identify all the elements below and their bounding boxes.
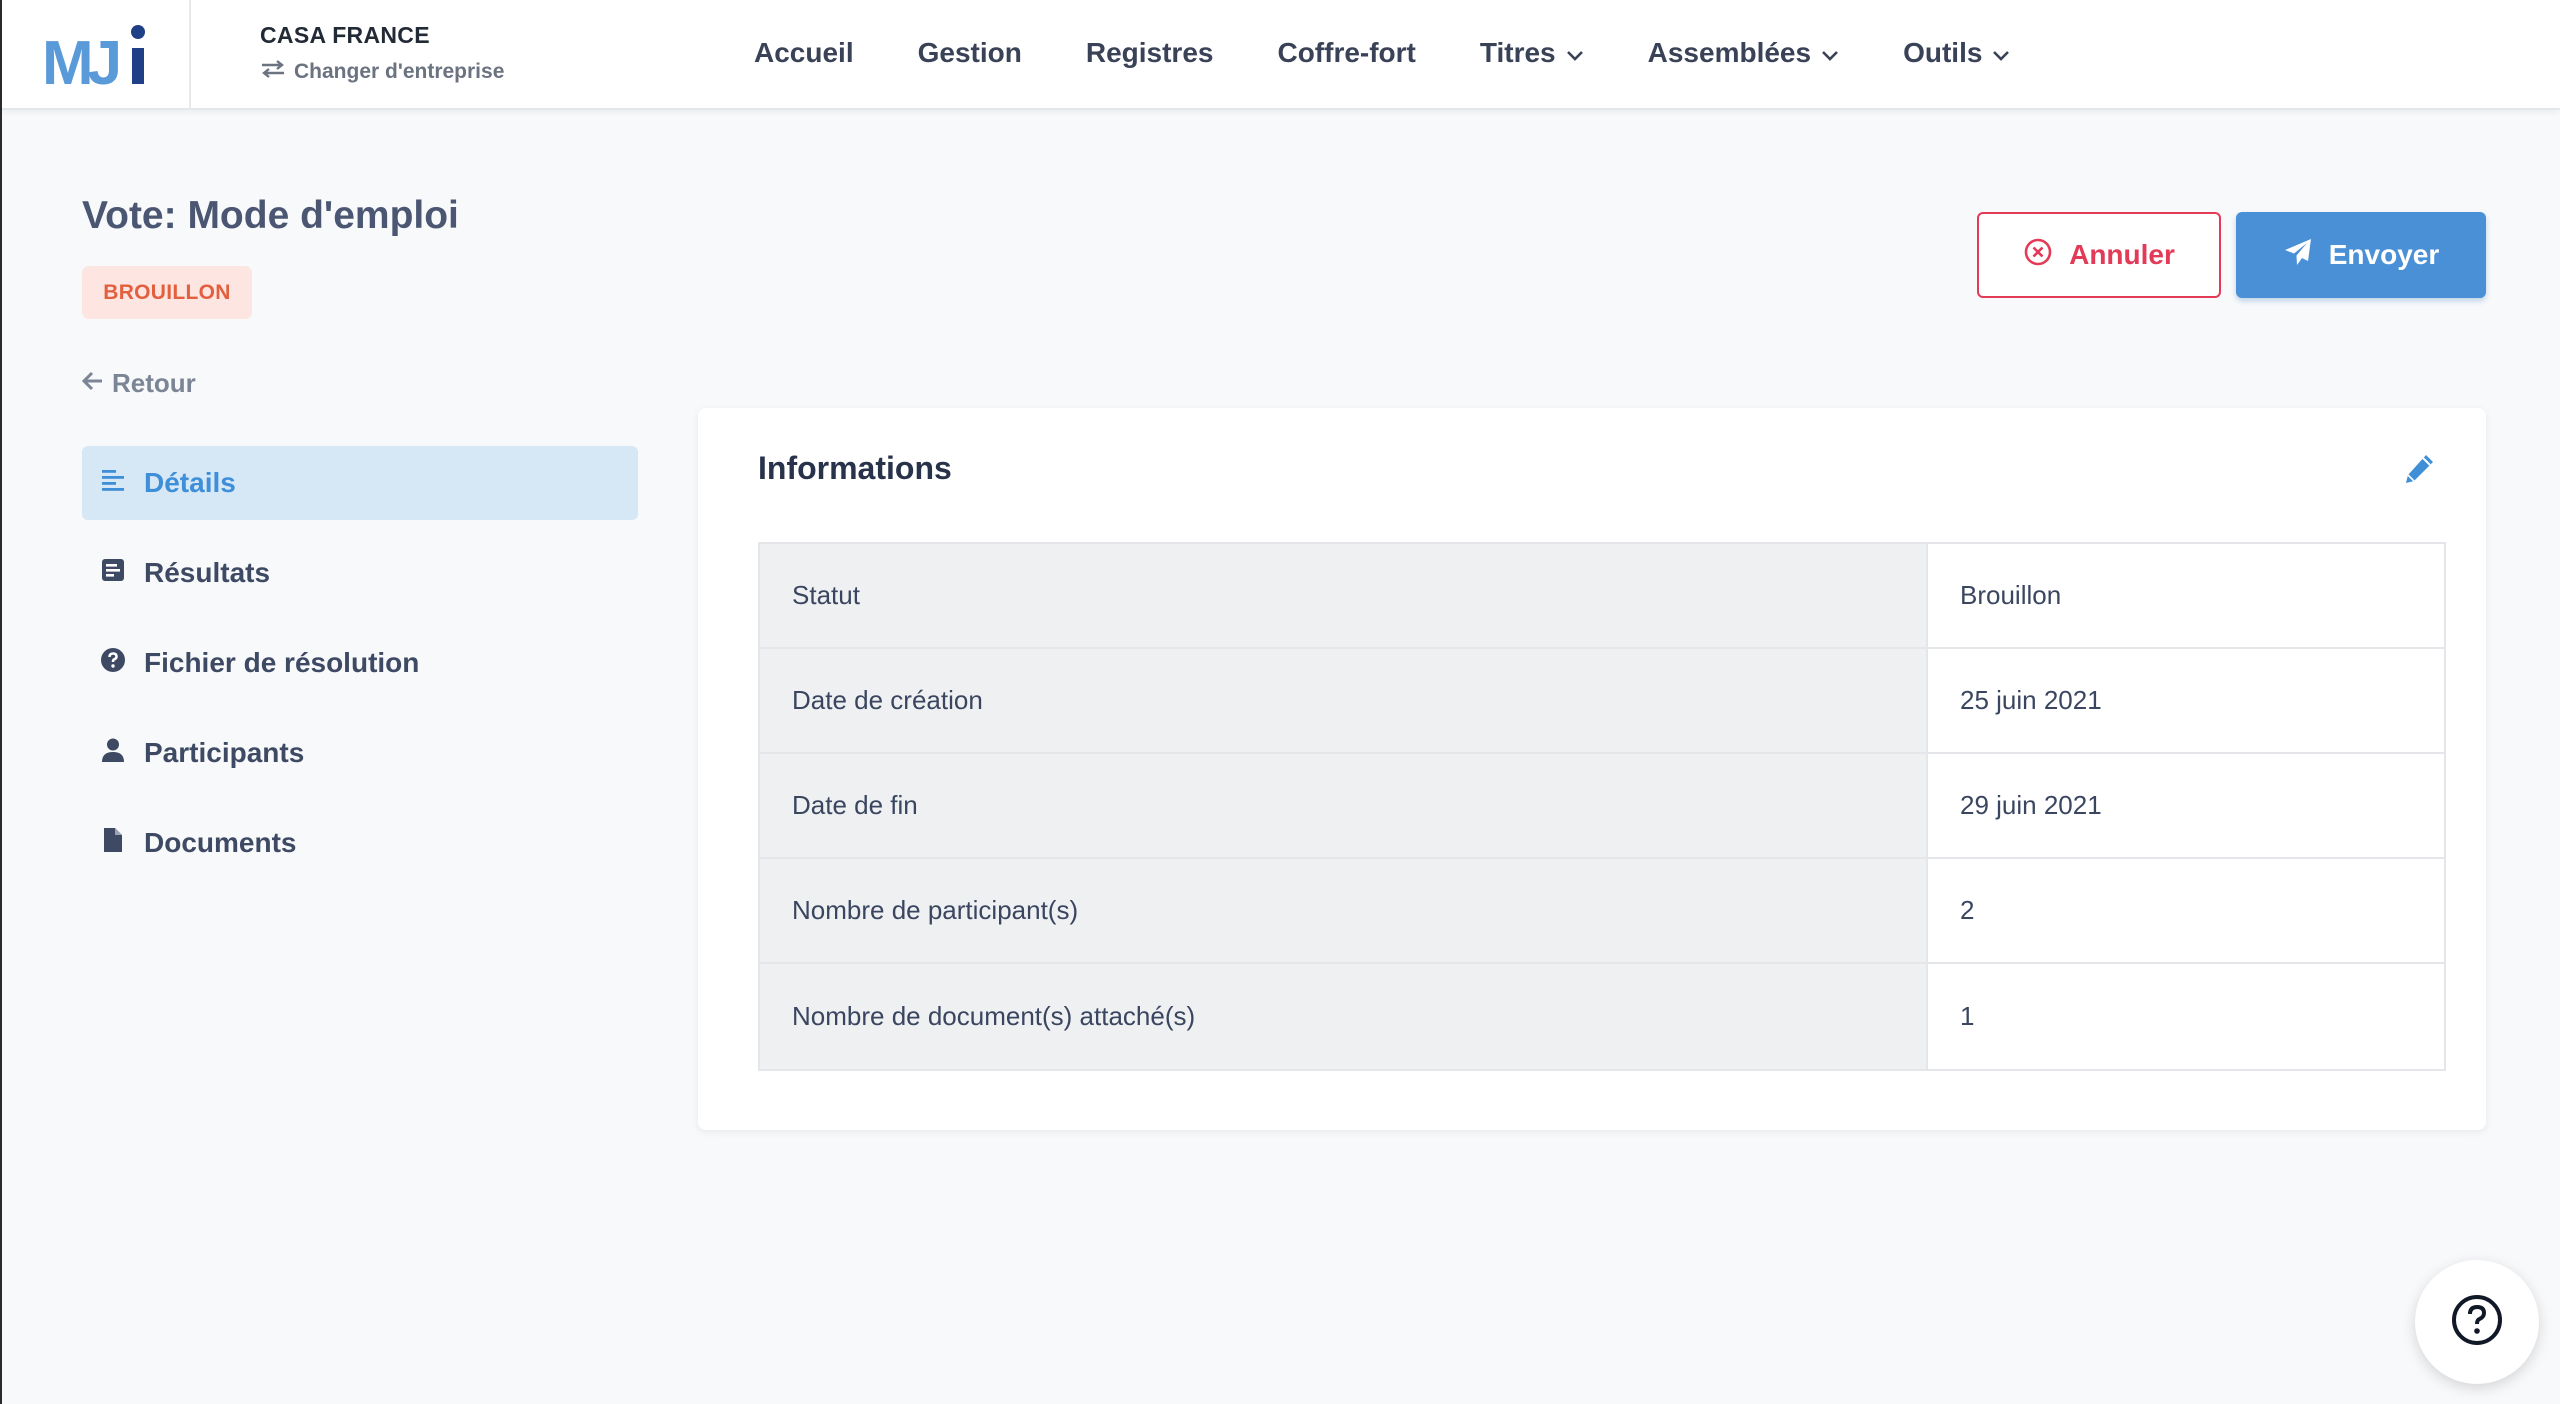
side-menu-label: Résultats (144, 557, 271, 588)
help-button[interactable] (2415, 1260, 2539, 1384)
nav-gestion[interactable]: Gestion (918, 37, 1022, 69)
info-value: 25 juin 2021 (1928, 649, 2444, 752)
nav-accueil[interactable]: Accueil (754, 37, 854, 69)
info-value: 29 juin 2021 (1928, 754, 2444, 857)
page-title: Vote: Mode d'emploi (82, 194, 459, 237)
card-title: Informations (758, 450, 952, 486)
top-navbar: MJ CASA FRANCE Changer d'entreprise Accu… (2, 0, 2560, 110)
nav-label: Outils (1903, 37, 1983, 68)
nav-titres[interactable]: Titres (1480, 37, 1584, 69)
x-circle-icon (2023, 237, 2053, 274)
nav-label: Registres (1085, 37, 1214, 68)
main-nav: Accueil Gestion Registres Coffre-fort Ti… (754, 0, 2074, 106)
side-menu-label: Fichier de résolution (144, 647, 420, 678)
pencil-icon[interactable] (2402, 452, 2436, 486)
table-row: Nombre de document(s) attaché(s) 1 (760, 964, 2444, 1069)
company-switcher[interactable]: CASA FRANCE Changer d'entreprise (260, 22, 504, 85)
nav-label: Assemblées (1647, 37, 1812, 68)
align-left-icon (100, 467, 126, 500)
send-button[interactable]: Envoyer (2236, 212, 2486, 298)
swap-arrows-icon (260, 59, 286, 85)
table-row: Nombre de participant(s) 2 (760, 859, 2444, 964)
side-menu-item-participants[interactable]: Participants (82, 716, 638, 790)
nav-label: Accueil (754, 37, 854, 68)
back-label: Retour (112, 368, 196, 398)
info-value: Brouillon (1928, 544, 2444, 647)
side-menu-label: Détails (144, 467, 236, 498)
chevron-down-icon (1821, 37, 1839, 69)
info-label: Statut (760, 544, 1928, 647)
table-row: Date de fin 29 juin 2021 (760, 754, 2444, 859)
nav-outils[interactable]: Outils (1903, 37, 2010, 69)
nav-label: Titres (1479, 37, 1556, 68)
info-label: Nombre de participant(s) (760, 859, 1928, 962)
nav-label: Gestion (917, 37, 1022, 68)
switch-company-label: Changer d'entreprise (294, 60, 505, 83)
chevron-down-icon (1992, 37, 2010, 69)
nav-coffre-fort[interactable]: Coffre-fort (1277, 37, 1415, 69)
side-menu: Détails Résultats Fichier de résolution … (82, 446, 638, 896)
side-menu-label: Participants (144, 737, 305, 768)
table-row: Statut Brouillon (760, 544, 2444, 649)
nav-registres[interactable]: Registres (1086, 37, 1214, 69)
switch-company-link[interactable]: Changer d'entreprise (260, 59, 504, 85)
question-circle-icon (100, 647, 126, 680)
side-menu-label: Documents (144, 827, 297, 858)
side-menu-item-details[interactable]: Détails (82, 446, 638, 520)
cancel-button[interactable]: Annuler (1977, 212, 2221, 298)
info-table: Statut Brouillon Date de création 25 jui… (758, 542, 2446, 1071)
table-row: Date de création 25 juin 2021 (760, 649, 2444, 754)
question-circle-icon (2450, 1293, 2504, 1352)
chevron-down-icon (1566, 37, 1584, 69)
side-menu-item-fichier-resolution[interactable]: Fichier de résolution (82, 626, 638, 700)
paper-plane-icon (2283, 237, 2313, 274)
info-label: Date de fin (760, 754, 1928, 857)
company-name: CASA FRANCE (260, 22, 430, 48)
poll-icon (100, 557, 126, 590)
user-icon (100, 737, 126, 770)
info-label: Date de création (760, 649, 1928, 752)
info-value: 2 (1928, 859, 2444, 962)
send-label: Envoyer (2328, 239, 2440, 270)
info-label: Nombre de document(s) attaché(s) (760, 964, 1928, 1069)
nav-assemblees[interactable]: Assemblées (1648, 37, 1839, 69)
svg-text:MJ: MJ (42, 29, 119, 90)
nav-label: Coffre-fort (1277, 37, 1416, 68)
side-menu-item-documents[interactable]: Documents (82, 806, 638, 880)
side-menu-item-resultats[interactable]: Résultats (82, 536, 638, 610)
arrow-left-icon (81, 368, 104, 399)
cancel-label: Annuler (2069, 239, 2175, 270)
header-divider (189, 0, 191, 110)
mji-logo[interactable]: MJ (42, 20, 150, 98)
back-link[interactable]: Retour (81, 368, 196, 399)
status-badge: BROUILLON (82, 266, 252, 319)
informations-card: Informations Statut Brouillon Date de cr… (698, 408, 2486, 1130)
file-icon (100, 827, 126, 860)
info-value: 1 (1928, 964, 2444, 1069)
